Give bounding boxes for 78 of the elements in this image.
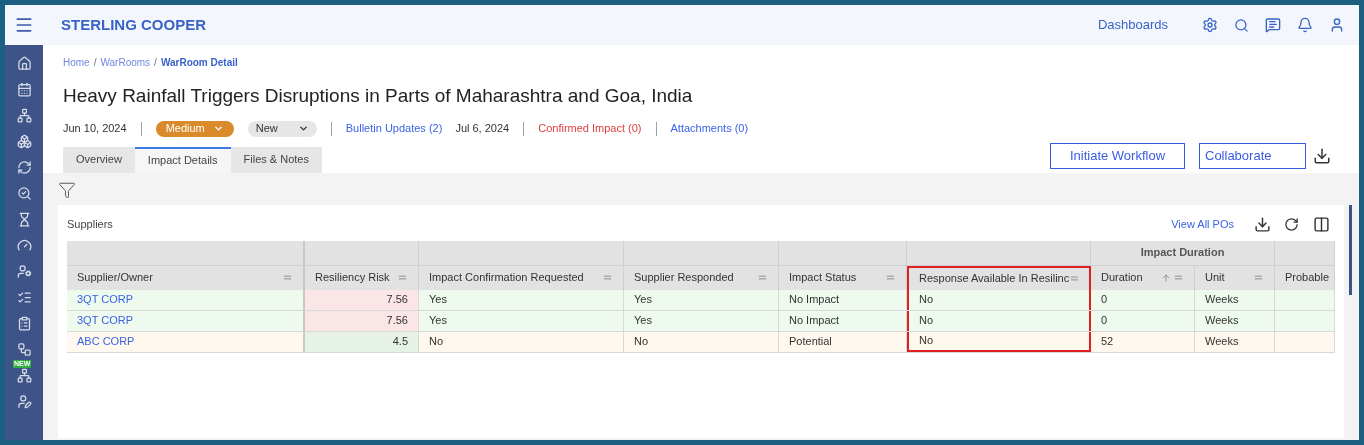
gauge-icon[interactable]	[16, 237, 32, 253]
chat-icon[interactable]	[1265, 17, 1281, 33]
table-cell: Weeks	[1195, 331, 1275, 352]
caret-icon	[297, 123, 309, 134]
confirmed-impact-link[interactable]: Confirmed Impact (0)	[538, 120, 642, 137]
risk-cell: 4.5	[305, 331, 419, 352]
user-icon[interactable]	[1329, 17, 1345, 33]
table-cell: Yes	[419, 310, 624, 331]
table-cell: No	[907, 331, 1091, 352]
bulletin-link[interactable]: Bulletin Updates (2)	[345, 120, 443, 137]
tab[interactable]: Files & Notes	[230, 146, 322, 173]
menu-icon[interactable]	[14, 15, 34, 35]
risk-cell: 7.56	[305, 310, 419, 331]
home-icon[interactable]	[16, 55, 32, 71]
magnifier-icon[interactable]	[16, 185, 32, 201]
table-cell: Yes	[624, 289, 779, 310]
filter-icon[interactable]	[58, 180, 76, 199]
tab[interactable]: Impact Details	[134, 146, 231, 173]
table-cell: 52	[1091, 331, 1195, 352]
table-cell: Yes	[419, 289, 624, 310]
risk-cell: 7.56	[305, 289, 419, 310]
tab[interactable]: Overview	[63, 146, 135, 173]
clipboard-icon[interactable]	[16, 315, 32, 331]
dashboards-link[interactable]: Dashboards	[1097, 15, 1168, 35]
table-cell: No	[907, 310, 1091, 331]
settings-icon[interactable]	[1202, 17, 1218, 33]
attachments-link[interactable]: Attachments (0)	[670, 120, 749, 137]
view-all-pos-link[interactable]: View All POs	[1171, 216, 1234, 233]
export-icon[interactable]	[1254, 216, 1271, 233]
supplier-link[interactable]: 3QT CORP	[77, 312, 134, 329]
table-cell: No Impact	[779, 310, 907, 331]
boxes-icon[interactable]	[16, 133, 32, 149]
table-cell: Potential	[779, 331, 907, 352]
table-cell: No	[624, 331, 779, 352]
table-cell: Yes	[624, 310, 779, 331]
hierarchy-icon[interactable]	[16, 107, 32, 123]
refresh-icon[interactable]	[1284, 217, 1299, 232]
search-icon[interactable]	[1234, 17, 1249, 33]
table-cell: No Impact	[779, 289, 907, 310]
column-header[interactable]: Impact Status	[779, 265, 907, 290]
table-cell: 0	[1091, 310, 1195, 331]
workflow-icon[interactable]	[16, 341, 32, 357]
supplier-link[interactable]: ABC CORP	[77, 333, 135, 350]
table-cell: Weeks	[1195, 289, 1275, 310]
table-cell: No	[907, 289, 1091, 310]
cycle-icon[interactable]	[16, 159, 32, 175]
supplier-link[interactable]: 3QT CORP	[77, 291, 134, 308]
download-icon[interactable]	[1313, 146, 1331, 165]
column-header[interactable]: Impact Confirmation Requested	[419, 265, 624, 290]
breadcrumb-separator: /	[154, 56, 157, 70]
sitemap-icon[interactable]	[16, 367, 32, 383]
table-cell: No	[419, 331, 624, 352]
initiate-workflow-button[interactable]: Initiate Workflow	[1050, 142, 1185, 169]
column-header[interactable]: Unit	[1195, 265, 1275, 290]
notification-icon[interactable]	[1297, 17, 1313, 33]
table-cell: 0	[1091, 289, 1195, 310]
collaborate-button[interactable]: Collaborate	[1199, 142, 1306, 169]
calendar-icon[interactable]	[16, 81, 32, 97]
column-header[interactable]: Resiliency Risk	[305, 265, 419, 290]
page-title: Heavy Rainfall Triggers Disruptions in Parts of Maharashtra and Goa, India	[63, 84, 694, 108]
card-title: Suppliers	[67, 217, 113, 233]
event-date: Jun 10, 2024	[63, 121, 127, 137]
breadcrumb-link[interactable]: WarRooms	[100, 55, 151, 70]
columns-icon[interactable]	[1313, 216, 1330, 233]
breadcrumb-separator: /	[93, 56, 97, 70]
update-date: Jul 6, 2024	[455, 121, 510, 137]
user-edit-icon[interactable]	[16, 393, 32, 409]
group-header: Impact Duration	[1091, 240, 1275, 265]
column-header[interactable]: Supplier Responded	[624, 265, 779, 290]
checklist-icon[interactable]	[16, 289, 32, 305]
caret-icon	[212, 123, 224, 134]
breadcrumb-link[interactable]: Home	[63, 55, 90, 70]
breadcrumb-link[interactable]: WarRoom Detail	[160, 55, 238, 70]
table-cell: Weeks	[1195, 310, 1275, 331]
status-dropdown[interactable]: New	[247, 120, 317, 137]
user-settings-icon[interactable]	[16, 263, 32, 279]
column-header[interactable]: Probable	[1275, 265, 1335, 290]
brand-name: STERLING COOPER	[61, 14, 206, 35]
